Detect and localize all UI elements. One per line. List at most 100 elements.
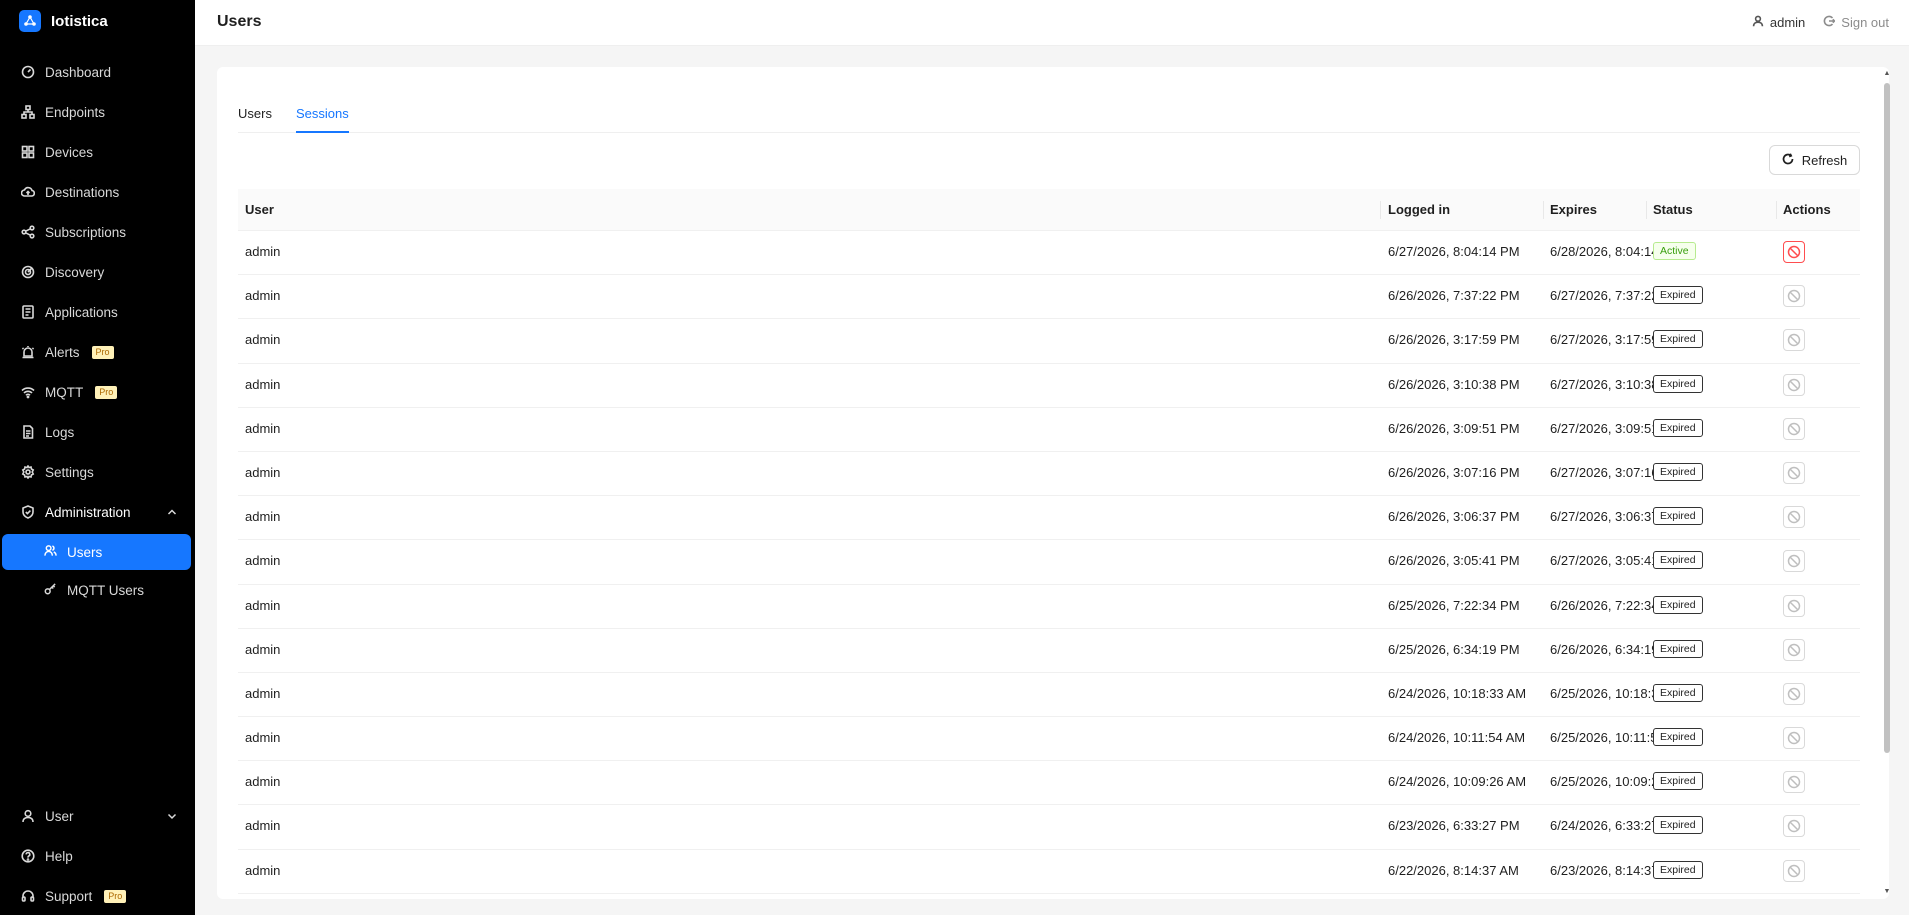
refresh-label: Refresh: [1801, 152, 1848, 168]
table-row: admin 6/25/2026, 6:34:19 PM 6/26/2026, 6:3…: [238, 629, 1860, 673]
revoke-session-button[interactable]: [1783, 638, 1805, 661]
column-header-logged-in: Logged in: [1388, 202, 1451, 217]
revoke-session-button[interactable]: [1783, 506, 1805, 529]
sidebar-item-administration[interactable]: Administration: [0, 492, 195, 532]
block-icon: [1787, 599, 1801, 612]
sidebar-item-users[interactable]: Users: [2, 534, 191, 570]
sidebar-item-endpoints[interactable]: Endpoints: [0, 92, 195, 132]
sidebar-item-user[interactable]: User: [0, 796, 195, 836]
status-badge: Expired: [1653, 418, 1703, 437]
sidebar-item-discovery[interactable]: Discovery: [0, 252, 195, 292]
tab-sessions[interactable]: Sessions: [296, 103, 349, 133]
session-logged-in: 6/26/2026, 3:06:37 PM: [1388, 509, 1520, 525]
revoke-session-button[interactable]: [1783, 727, 1805, 750]
column-divider: [1380, 201, 1381, 219]
scroll-up-arrow-icon[interactable]: ▲: [1883, 70, 1891, 78]
sidebar-item-devices[interactable]: Devices: [0, 132, 195, 172]
cloud-icon: [21, 185, 35, 199]
sidebar-item-applications[interactable]: Applications: [0, 292, 195, 332]
session-logged-in: 6/26/2026, 3:17:59 PM: [1388, 332, 1520, 348]
sidebar-item-mqtt[interactable]: MQTT Pro: [0, 372, 195, 412]
status-badge: Expired: [1653, 772, 1703, 791]
session-user: admin: [245, 420, 281, 436]
revoke-session-button[interactable]: [1783, 859, 1805, 882]
sidebar-item-alerts[interactable]: Alerts Pro: [0, 332, 195, 372]
table-row: admin 6/26/2026, 3:17:59 PM 6/27/2026, 3:1…: [238, 319, 1860, 364]
top-header: Users admin Sign out: [195, 0, 1909, 46]
block-icon: [1787, 820, 1801, 833]
revoke-session-button[interactable]: [1783, 329, 1805, 352]
revoke-session-button[interactable]: [1783, 373, 1805, 396]
column-header-expires: Expires: [1550, 202, 1597, 217]
revoke-session-button[interactable]: [1783, 771, 1805, 794]
revoke-session-button[interactable]: [1783, 594, 1805, 617]
sidebar-item-dashboard[interactable]: Dashboard: [0, 52, 195, 92]
scroll-thumb[interactable]: [1884, 83, 1890, 753]
sidebar-item-label: Help: [45, 848, 73, 864]
session-logged-in: 6/24/2026, 10:09:26 AM: [1388, 774, 1527, 790]
sidebar-bottom: User Help Support Pro: [0, 796, 195, 915]
vertical-scrollbar[interactable]: ▲ ▼: [1883, 67, 1891, 899]
gear-icon: [21, 465, 35, 479]
scroll-down-arrow-icon[interactable]: ▼: [1883, 888, 1891, 896]
sign-out-button[interactable]: Sign out: [1823, 15, 1889, 30]
table-row: admin 6/26/2026, 3:06:37 PM 6/27/2026, 3:0…: [238, 496, 1860, 541]
table-row: admin 6/22/2026, 8:14:37 AM 6/23/2026, 8:1…: [238, 850, 1860, 894]
sidebar: Iotistica Dashboard Endpoints Devices De…: [0, 0, 195, 915]
revoke-session-button[interactable]: [1783, 815, 1805, 838]
sidebar-item-support[interactable]: Support Pro: [0, 876, 195, 915]
session-actions: [1783, 329, 1805, 352]
session-actions: [1783, 417, 1805, 440]
sidebar-item-label: Destinations: [45, 184, 120, 200]
session-logged-in: 6/26/2026, 3:09:51 PM: [1388, 420, 1520, 436]
brand[interactable]: Iotistica: [0, 0, 195, 42]
sidebar-item-label: Applications: [45, 304, 118, 320]
status-badge-label: Expired: [1653, 772, 1703, 791]
revoke-session-button[interactable]: [1783, 285, 1805, 308]
sidebar-item-label: Users: [67, 544, 103, 560]
tab-users[interactable]: Users: [238, 103, 272, 133]
revoke-session-button[interactable]: [1783, 682, 1805, 705]
chevron-up-icon: [167, 505, 177, 520]
sidebar-item-label: Dashboard: [45, 64, 112, 80]
sidebar-item-subscriptions[interactable]: Subscriptions: [0, 212, 195, 252]
sidebar-item-label: Subscriptions: [45, 224, 127, 240]
session-user: admin: [245, 509, 281, 525]
refresh-button[interactable]: Refresh: [1769, 145, 1860, 175]
column-header-user: User: [245, 202, 274, 217]
sidebar-item-destinations[interactable]: Destinations: [0, 172, 195, 212]
user-icon: [1752, 15, 1764, 30]
tab-bar: Users Sessions: [238, 103, 1860, 133]
current-user[interactable]: admin: [1752, 15, 1805, 30]
status-badge: Expired: [1653, 639, 1703, 658]
status-badge: Expired: [1653, 551, 1703, 570]
sidebar-item-help[interactable]: Help: [0, 836, 195, 876]
pro-badge: Pro: [104, 889, 127, 903]
block-icon: [1787, 776, 1801, 789]
session-user: admin: [245, 597, 281, 613]
status-badge-label: Expired: [1653, 816, 1703, 835]
headset-icon: [21, 889, 35, 903]
brand-name: Iotistica: [51, 12, 108, 30]
table-row: admin 6/26/2026, 3:09:51 PM 6/27/2026, 3:0…: [238, 408, 1860, 452]
session-user: admin: [245, 244, 281, 259]
session-user: admin: [245, 641, 281, 657]
status-badge-label: Expired: [1653, 595, 1703, 614]
status-badge: Expired: [1653, 462, 1703, 481]
sidebar-item-settings[interactable]: Settings: [0, 452, 195, 492]
session-user: admin: [245, 376, 281, 392]
session-logged-in: 6/26/2026, 3:05:41 PM: [1388, 553, 1520, 569]
session-logged-in: 6/26/2026, 3:10:38 PM: [1388, 376, 1520, 392]
sidebar-item-mqtt-users[interactable]: MQTT Users: [2, 572, 191, 608]
revoke-session-button[interactable]: [1783, 241, 1805, 263]
session-user: admin: [245, 288, 281, 304]
revoke-session-button[interactable]: [1783, 461, 1805, 484]
session-actions: [1783, 771, 1805, 794]
revoke-session-button[interactable]: [1783, 417, 1805, 440]
sidebar-item-label: Endpoints: [45, 104, 106, 120]
sidebar-item-logs[interactable]: Logs: [0, 412, 195, 452]
session-actions: [1783, 550, 1805, 573]
status-badge-label: Expired: [1653, 860, 1703, 879]
sidebar-item-label: Support: [45, 888, 93, 904]
revoke-session-button[interactable]: [1783, 550, 1805, 573]
